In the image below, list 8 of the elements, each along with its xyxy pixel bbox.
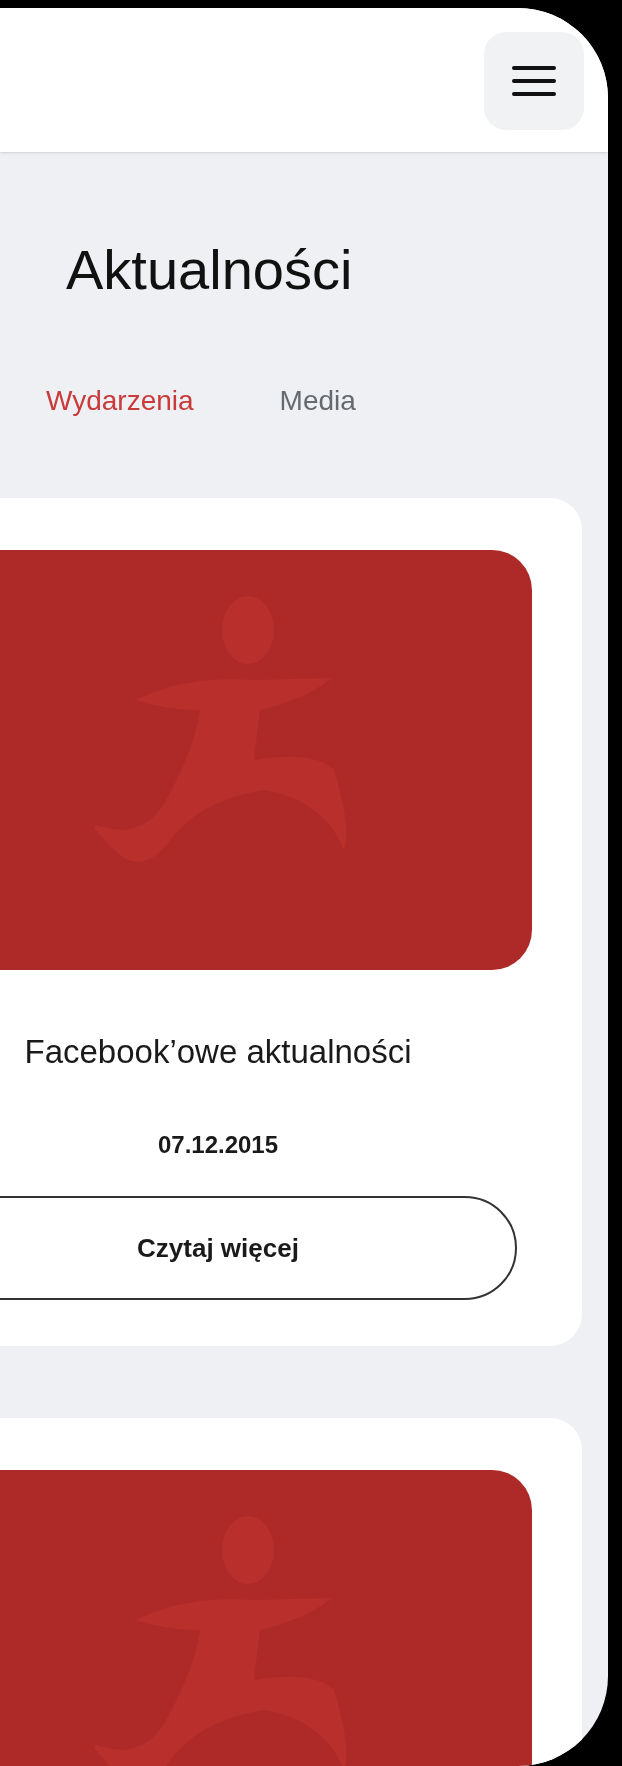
menu-icon <box>512 65 556 97</box>
tab[interactable]: Media <box>279 384 356 418</box>
menu-button[interactable] <box>484 32 584 130</box>
card-date: 07.12.2015 <box>156 1130 280 1160</box>
page-title: Aktualności <box>66 238 354 302</box>
card-title: Facebook’owe aktualności <box>23 1032 413 1072</box>
tab[interactable]: Wydarzenia <box>46 384 194 418</box>
read-more-button[interactable]: Czytaj więcej <box>0 1196 517 1300</box>
